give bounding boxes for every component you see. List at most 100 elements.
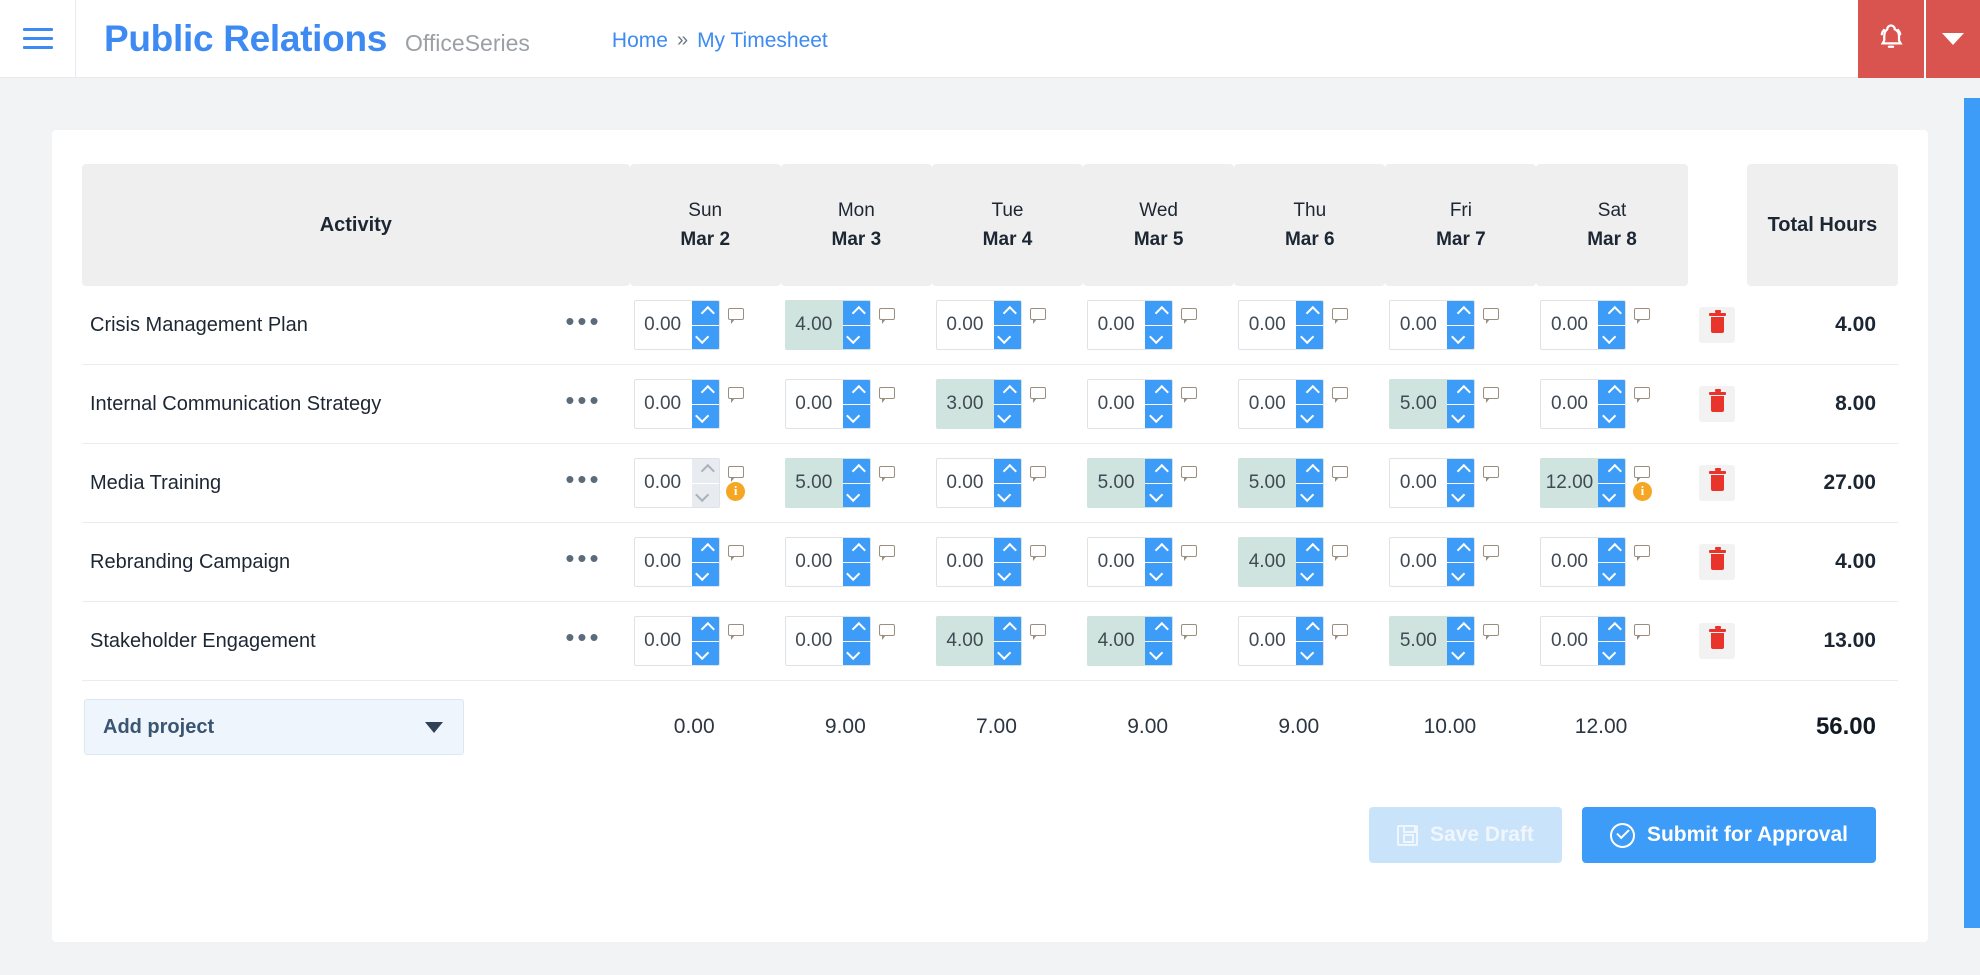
notifications-button[interactable]	[1858, 0, 1924, 78]
stepper-down-button[interactable]	[993, 640, 1021, 665]
comment-icon[interactable]	[1181, 465, 1198, 482]
hours-stepper[interactable]: 0.00	[1087, 300, 1174, 350]
hours-stepper[interactable]: 0.00	[935, 458, 1022, 508]
hours-input[interactable]: 0.00	[1239, 380, 1296, 428]
stepper-down-button[interactable]	[1296, 482, 1324, 507]
stepper-up-button[interactable]	[691, 538, 719, 562]
stepper-down-button[interactable]	[1598, 482, 1626, 507]
delete-row-button[interactable]	[1699, 544, 1736, 580]
stepper-down-button[interactable]	[1296, 324, 1324, 349]
stepper-down-button[interactable]	[1598, 561, 1626, 586]
comment-icon[interactable]	[1483, 623, 1500, 640]
hours-input[interactable]: 5.00	[1390, 617, 1447, 665]
comment-icon[interactable]	[727, 465, 744, 482]
stepper-down-button[interactable]	[842, 324, 870, 349]
hours-stepper[interactable]: 0.00	[633, 616, 720, 666]
hours-stepper[interactable]: 0.00	[784, 379, 871, 429]
hours-stepper[interactable]: 0.00	[1238, 379, 1325, 429]
stepper-down-button[interactable]	[1598, 403, 1626, 428]
hours-stepper[interactable]: 0.00	[1389, 458, 1476, 508]
delete-row-button[interactable]	[1699, 386, 1736, 422]
hours-input[interactable]: 4.00	[1239, 538, 1296, 586]
hours-stepper[interactable]: 0.00	[1389, 537, 1476, 587]
comment-icon[interactable]	[878, 544, 895, 561]
row-options-icon[interactable]: •••	[563, 308, 603, 342]
hours-stepper[interactable]: 0.00	[935, 537, 1022, 587]
stepper-down-button[interactable]	[1145, 482, 1173, 507]
stepper-down-button[interactable]	[1145, 640, 1173, 665]
hours-input[interactable]: 0.00	[937, 459, 994, 507]
stepper-down-button[interactable]	[691, 640, 719, 665]
comment-icon[interactable]	[1483, 544, 1500, 561]
hours-input[interactable]: 0.00	[937, 301, 994, 349]
stepper-up-button[interactable]	[1296, 617, 1324, 641]
delete-row-button[interactable]	[1699, 623, 1736, 659]
hours-stepper[interactable]: 5.00	[1389, 616, 1476, 666]
hours-input[interactable]: 0.00	[635, 301, 692, 349]
stepper-down-button[interactable]	[691, 561, 719, 586]
stepper-up-button[interactable]	[842, 617, 870, 641]
comment-icon[interactable]	[1634, 544, 1651, 561]
stepper-down-button[interactable]	[691, 324, 719, 349]
stepper-up-button[interactable]	[1145, 538, 1173, 562]
hamburger-menu-icon[interactable]	[0, 0, 76, 78]
stepper-down-button[interactable]	[1598, 640, 1626, 665]
stepper-down-button[interactable]	[993, 324, 1021, 349]
stepper-up-button[interactable]	[1145, 459, 1173, 483]
comment-icon[interactable]	[1483, 465, 1500, 482]
stepper-up-button[interactable]	[691, 617, 719, 641]
stepper-up-button[interactable]	[1598, 380, 1626, 404]
comment-icon[interactable]	[1634, 386, 1651, 403]
hours-input[interactable]: 0.00	[1239, 301, 1296, 349]
hours-input[interactable]: 0.00	[1390, 301, 1447, 349]
hours-stepper[interactable]: 5.00	[1087, 458, 1174, 508]
hours-input[interactable]: 0.00	[1088, 538, 1145, 586]
hours-stepper[interactable]: 0.00	[1087, 379, 1174, 429]
stepper-up-button[interactable]	[1598, 459, 1626, 483]
stepper-down-button[interactable]	[1145, 403, 1173, 428]
stepper-down-button[interactable]	[842, 403, 870, 428]
row-options-icon[interactable]: •••	[563, 466, 603, 500]
hours-stepper[interactable]: 0.00	[1238, 616, 1325, 666]
stepper-up-button[interactable]	[993, 301, 1021, 325]
comment-icon[interactable]	[1332, 386, 1349, 403]
hours-stepper[interactable]: 0.00	[1540, 379, 1627, 429]
breadcrumb-home-link[interactable]: Home	[612, 29, 668, 53]
stepper-up-button[interactable]	[993, 380, 1021, 404]
comment-icon[interactable]	[1181, 623, 1198, 640]
hours-stepper[interactable]: 4.00	[935, 616, 1022, 666]
hours-stepper[interactable]: 5.00	[1238, 458, 1325, 508]
stepper-up-button[interactable]	[842, 538, 870, 562]
stepper-down-button[interactable]	[1296, 640, 1324, 665]
info-icon[interactable]: i	[726, 481, 746, 501]
hours-input[interactable]: 5.00	[1390, 380, 1447, 428]
hours-input[interactable]: 0.00	[635, 459, 692, 507]
hours-input[interactable]: 4.00	[937, 617, 994, 665]
comment-icon[interactable]	[878, 386, 895, 403]
comment-icon[interactable]	[727, 623, 744, 640]
hours-input[interactable]: 0.00	[1541, 617, 1598, 665]
comment-icon[interactable]	[878, 623, 895, 640]
stepper-up-button[interactable]	[1447, 380, 1475, 404]
hours-input[interactable]: 0.00	[635, 538, 692, 586]
breadcrumb-current-link[interactable]: My Timesheet	[697, 29, 828, 53]
stepper-up-button[interactable]	[1598, 301, 1626, 325]
hours-stepper[interactable]: 5.00	[784, 458, 871, 508]
stepper-down-button[interactable]	[993, 482, 1021, 507]
hours-input[interactable]: 5.00	[1088, 459, 1145, 507]
stepper-up-button[interactable]	[1447, 617, 1475, 641]
hours-input[interactable]: 0.00	[635, 380, 692, 428]
row-options-icon[interactable]: •••	[563, 545, 603, 579]
stepper-down-button[interactable]	[1447, 324, 1475, 349]
stepper-up-button[interactable]	[842, 380, 870, 404]
stepper-down-button[interactable]	[993, 403, 1021, 428]
stepper-up-button[interactable]	[1296, 538, 1324, 562]
comment-icon[interactable]	[1332, 623, 1349, 640]
stepper-up-button[interactable]	[1447, 538, 1475, 562]
hours-input[interactable]: 0.00	[1541, 538, 1598, 586]
comment-icon[interactable]	[727, 386, 744, 403]
hours-input[interactable]: 0.00	[1088, 301, 1145, 349]
hours-stepper[interactable]: 0.00	[633, 537, 720, 587]
comment-icon[interactable]	[1483, 386, 1500, 403]
stepper-down-button[interactable]	[993, 561, 1021, 586]
